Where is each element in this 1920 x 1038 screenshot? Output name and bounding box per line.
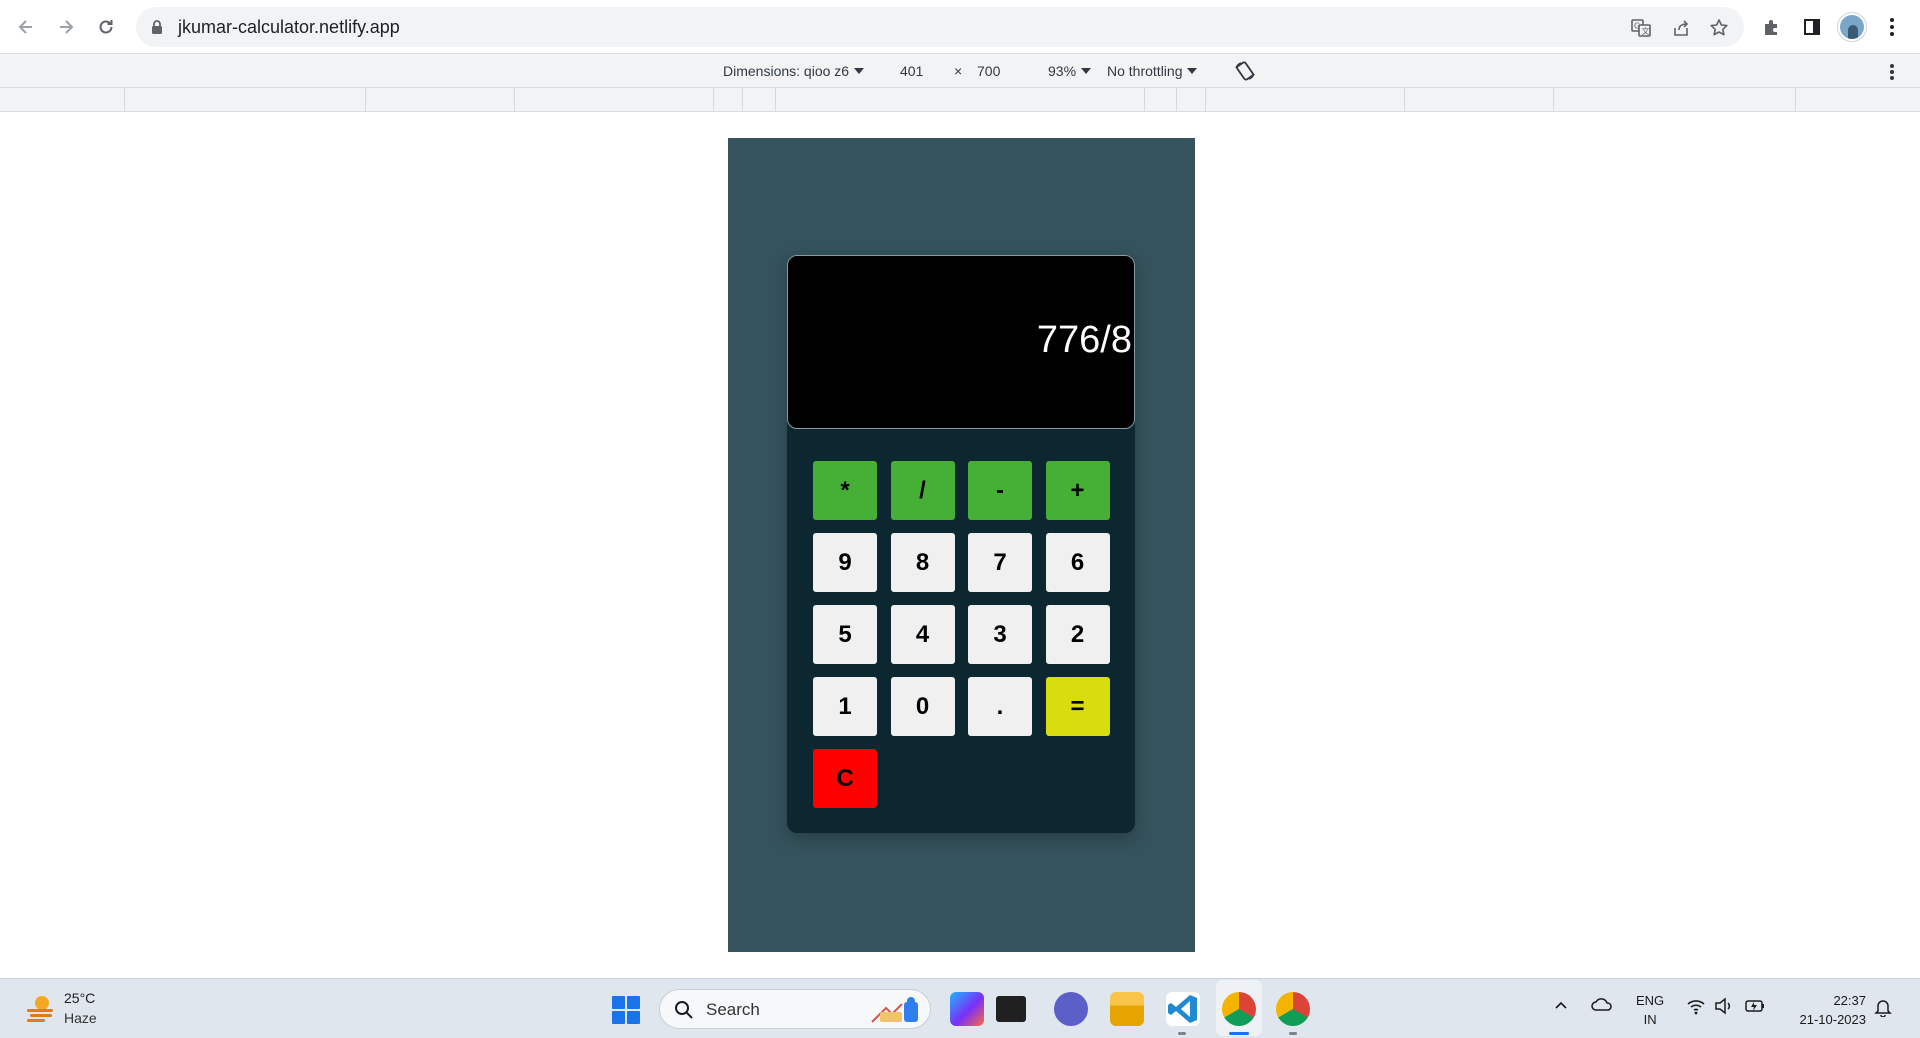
lock-icon[interactable] bbox=[150, 19, 164, 40]
key-divide-button[interactable]: / bbox=[890, 461, 955, 520]
key-8-button[interactable]: 8 bbox=[890, 533, 955, 592]
throttling-select[interactable]: No throttling bbox=[1107, 63, 1198, 79]
key-multiply-button[interactable]: * bbox=[813, 461, 877, 520]
windows-taskbar: 25°C Haze Search ENG IN 22:37 21-10-2023 bbox=[0, 978, 1920, 1038]
share-icon[interactable] bbox=[1670, 17, 1692, 39]
extensions-puzzle-icon[interactable] bbox=[1758, 13, 1786, 41]
language-code: ENG bbox=[1636, 993, 1665, 1008]
media-query-ruler bbox=[0, 88, 1920, 112]
key-add-button[interactable]: + bbox=[1045, 461, 1110, 520]
translate-icon[interactable]: 文G bbox=[1630, 17, 1652, 39]
notification-bell-icon[interactable] bbox=[1874, 997, 1892, 1020]
dropdown-caret-icon bbox=[1081, 68, 1092, 74]
dimension-times-symbol: × bbox=[954, 63, 963, 79]
profile-avatar[interactable] bbox=[1838, 13, 1866, 41]
key-2-button[interactable]: 2 bbox=[1045, 605, 1110, 664]
browser-toolbar: jkumar-calculator.netlify.app 文G bbox=[0, 0, 1920, 54]
clock-time: 22:37 bbox=[1833, 993, 1866, 1008]
chrome-icon[interactable] bbox=[1222, 992, 1256, 1026]
device-toolbar: Dimensions: qioo z6 401 × 700 93% No thr… bbox=[0, 54, 1920, 88]
weather-description[interactable]: Haze bbox=[64, 1010, 97, 1026]
chrome-menu-icon[interactable] bbox=[1878, 13, 1906, 41]
vscode-icon[interactable] bbox=[1166, 992, 1200, 1026]
chevron-up-icon[interactable] bbox=[1553, 997, 1569, 1016]
windows-start-icon[interactable] bbox=[612, 996, 640, 1024]
device-dimensions-select[interactable]: Dimensions: qioo z6 bbox=[723, 63, 865, 79]
viewport-height-input[interactable]: 700 bbox=[977, 63, 1000, 79]
reload-icon[interactable] bbox=[92, 13, 120, 41]
key-6-button[interactable]: 6 bbox=[1045, 533, 1110, 592]
key-subtract-button[interactable]: - bbox=[968, 461, 1032, 520]
side-panel-icon[interactable] bbox=[1798, 13, 1826, 41]
svg-text:文: 文 bbox=[1642, 26, 1650, 36]
file-explorer-icon[interactable] bbox=[1110, 992, 1144, 1026]
chrome-profile-icon[interactable] bbox=[1276, 992, 1310, 1026]
battery-icon[interactable] bbox=[1744, 997, 1766, 1018]
volume-icon[interactable] bbox=[1714, 997, 1734, 1018]
key-3-button[interactable]: 3 bbox=[968, 605, 1032, 664]
weather-temperature[interactable]: 25°C bbox=[64, 990, 95, 1006]
address-bar[interactable]: jkumar-calculator.netlify.app 文G bbox=[136, 7, 1744, 47]
chrome-profile-running-indicator bbox=[1289, 1032, 1297, 1035]
weather-haze-icon[interactable] bbox=[24, 991, 56, 1025]
wifi-icon[interactable] bbox=[1686, 997, 1706, 1018]
search-highlight-illustration-icon bbox=[870, 996, 922, 1024]
key-4-button[interactable]: 4 bbox=[890, 605, 955, 664]
device-dimensions-label: Dimensions: qioo z6 bbox=[723, 63, 850, 79]
region-code: IN bbox=[1643, 1012, 1657, 1027]
zoom-select[interactable]: 93% bbox=[1048, 63, 1092, 79]
display-value: 776/8 bbox=[1036, 319, 1132, 361]
key-9-button[interactable]: 9 bbox=[813, 533, 877, 592]
taskbar-search[interactable]: Search bbox=[659, 989, 931, 1029]
search-label: Search bbox=[706, 1000, 760, 1019]
back-arrow-icon[interactable] bbox=[12, 13, 40, 41]
key-1-button[interactable]: 1 bbox=[813, 677, 877, 736]
vscode-running-indicator bbox=[1178, 1032, 1186, 1035]
dropdown-caret-icon bbox=[854, 68, 865, 74]
key-equals-button[interactable]: = bbox=[1045, 677, 1110, 736]
device-viewport: 776/8 * / - +9 8 7 6 5 4 3 2 1 0. = C bbox=[728, 138, 1195, 952]
viewport-width-input[interactable]: 401 bbox=[900, 63, 923, 79]
calculator: 776/8 * / - +9 8 7 6 5 4 3 2 1 0. = C bbox=[787, 255, 1135, 833]
system-clock[interactable]: 22:37 21-10-2023 bbox=[1786, 991, 1867, 1029]
language-indicator[interactable]: ENG IN bbox=[1636, 991, 1664, 1029]
key-7-button[interactable]: 7 bbox=[968, 533, 1032, 592]
throttling-label: No throttling bbox=[1107, 63, 1183, 79]
chrome-active-indicator bbox=[1229, 1032, 1249, 1035]
key-decimal-button[interactable]: . bbox=[968, 677, 1032, 736]
rotate-device-icon[interactable] bbox=[1233, 59, 1257, 83]
url-text[interactable]: jkumar-calculator.netlify.app bbox=[178, 17, 400, 38]
calculator-display: 776/8 bbox=[787, 255, 1135, 429]
key-5-button[interactable]: 5 bbox=[813, 605, 877, 664]
clock-date: 21-10-2023 bbox=[1799, 1012, 1867, 1027]
zoom-label: 93% bbox=[1048, 63, 1077, 79]
task-view-icon[interactable] bbox=[996, 996, 1026, 1022]
forward-arrow-icon[interactable] bbox=[52, 13, 80, 41]
svg-text:G: G bbox=[1634, 22, 1640, 31]
dropdown-caret-icon bbox=[1187, 68, 1198, 74]
bookmark-star-icon[interactable] bbox=[1708, 17, 1730, 39]
teams-chat-icon[interactable] bbox=[1054, 992, 1088, 1026]
search-icon bbox=[674, 1000, 694, 1025]
device-toolbar-menu-icon[interactable] bbox=[1884, 62, 1900, 82]
key-clear-button[interactable]: C bbox=[813, 749, 877, 808]
key-0-button[interactable]: 0 bbox=[890, 677, 955, 736]
onedrive-icon[interactable] bbox=[1590, 995, 1614, 1018]
copilot-preview-icon[interactable] bbox=[950, 992, 984, 1026]
